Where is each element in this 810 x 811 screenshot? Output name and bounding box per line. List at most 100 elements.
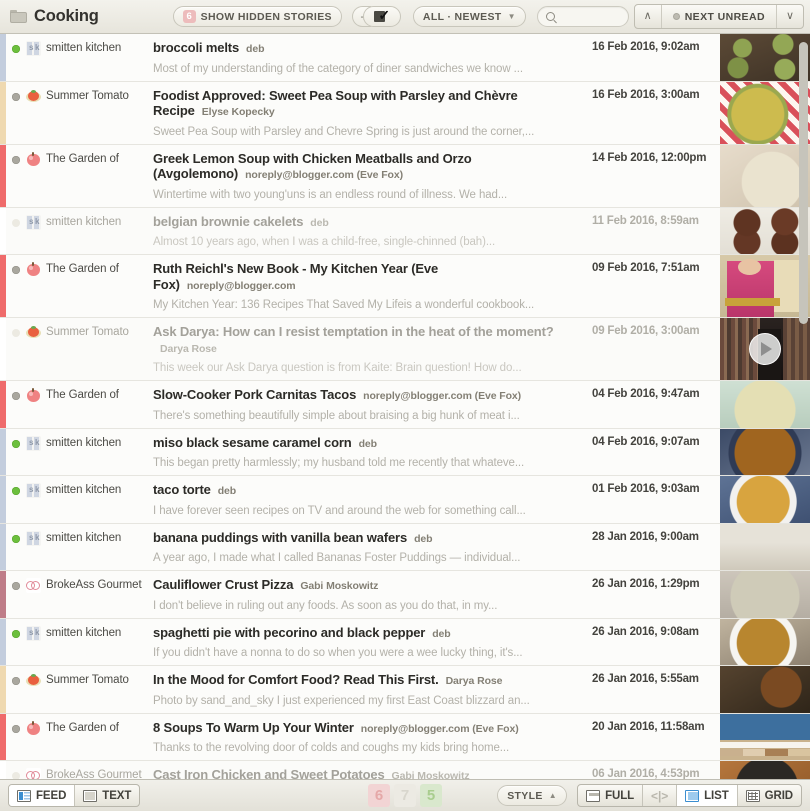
story-row[interactable]: s k smitten kitchen miso black sesame caram… [0, 428, 810, 476]
story-thumbnail[interactable] [720, 318, 810, 380]
read-state-toggle[interactable] [6, 429, 26, 476]
story-content[interactable]: broccoli melts deb Most of my understandin… [148, 34, 592, 81]
read-state-toggle[interactable] [6, 571, 26, 618]
feed-view-button[interactable]: FEED [9, 785, 76, 806]
feed-identity[interactable]: BrokeAss Gourmet [26, 761, 148, 779]
read-state-toggle[interactable] [6, 381, 26, 428]
story-content[interactable]: Cast Iron Chicken and Sweet Potatoes Gabi… [148, 761, 592, 779]
story-content[interactable]: belgian brownie cakelets deb Almost 10 yea… [148, 208, 592, 255]
feed-identity[interactable]: s k smitten kitchen [26, 429, 148, 476]
read-state-toggle[interactable] [6, 761, 26, 779]
unread-dot-icon [672, 13, 680, 20]
story-content[interactable]: Slow-Cooker Pork Carnitas Tacos noreply@b… [148, 381, 592, 428]
story-row[interactable]: The Garden of Ruth Reichl's New Book - My… [0, 255, 810, 318]
story-thumbnail[interactable] [720, 81, 810, 144]
play-icon[interactable] [749, 333, 781, 365]
story-row[interactable]: BrokeAss Gourmet Cauliflower Crust Pizza G… [0, 571, 810, 619]
story-row[interactable]: BrokeAss Gourmet Cast Iron Chicken and Sw… [0, 761, 810, 779]
story-row[interactable]: s k smitten kitchen belgian brownie cakelet… [0, 207, 810, 255]
story-content[interactable]: spaghetti pie with pecorino and black pe… [148, 619, 592, 666]
story-thumbnail[interactable] [720, 713, 810, 760]
feed-identity[interactable]: BrokeAss Gourmet [26, 571, 148, 618]
search-input[interactable] [536, 6, 629, 27]
text-view-button[interactable]: TEXT [75, 785, 139, 806]
story-row[interactable]: s k smitten kitchen banana puddings with va… [0, 523, 810, 571]
story-row[interactable]: s k smitten kitchen taco torte deb I have for… [0, 476, 810, 524]
read-state-toggle[interactable] [6, 619, 26, 666]
read-state-toggle[interactable] [6, 714, 26, 761]
story-thumbnail[interactable] [720, 571, 810, 618]
counter-neutral[interactable]: 7 [394, 784, 416, 807]
list-scrollbar[interactable] [799, 38, 808, 775]
counter-negative[interactable]: 6 [368, 784, 390, 807]
feed-identity[interactable]: s k smitten kitchen [26, 34, 148, 81]
previous-story-button[interactable]: ∧ [635, 5, 662, 28]
feed-identity[interactable]: Summer Tomato [26, 82, 148, 144]
split-layout-button[interactable]: <|> [643, 785, 678, 806]
story-thumbnail[interactable] [720, 381, 810, 428]
full-layout-button[interactable]: FULL [578, 785, 644, 806]
story-thumbnail[interactable] [720, 255, 810, 317]
story-content[interactable]: Ask Darya: How can I resist temptation i… [148, 318, 592, 380]
story-content[interactable]: miso black sesame caramel corn deb This be… [148, 429, 592, 476]
story-content[interactable]: In the Mood for Comfort Food? Read This … [148, 666, 592, 713]
feed-identity[interactable]: The Garden of [26, 381, 148, 428]
feed-identity[interactable]: Summer Tomato [26, 318, 148, 380]
feed-identity[interactable]: s k smitten kitchen [26, 208, 148, 255]
story-thumbnail[interactable] [720, 207, 810, 254]
filter-dropdown[interactable]: ALL · NEWEST ▼ [412, 6, 526, 27]
read-state-toggle[interactable] [6, 666, 26, 713]
style-dropdown[interactable]: STYLE ▲ [497, 785, 568, 806]
story-row[interactable]: Summer Tomato Foodist Approved: Sweet Pea… [0, 81, 810, 145]
read-state-toggle[interactable] [6, 208, 26, 255]
story-row[interactable]: s k smitten kitchen spaghetti pie with peco… [0, 618, 810, 666]
story-row[interactable]: The Garden of Slow-Cooker Pork Carnitas T… [0, 381, 810, 429]
next-unread-button[interactable]: NEXT UNREAD [662, 5, 777, 28]
story-thumbnail[interactable] [720, 34, 810, 81]
feed-identity[interactable]: The Garden of [26, 255, 148, 317]
story-content[interactable]: Ruth Reichl's New Book - My Kitchen Year… [148, 255, 592, 317]
next-story-button[interactable]: ∨ [777, 5, 803, 28]
story-row[interactable]: The Garden of Greek Lemon Soup with Chick… [0, 144, 810, 208]
story-thumbnail[interactable] [720, 476, 810, 523]
story-thumbnail[interactable] [720, 428, 810, 475]
story-content[interactable]: 8 Soups To Warm Up Your Winter noreply@bl… [148, 714, 592, 761]
feed-identity[interactable]: The Garden of [26, 145, 148, 207]
story-content[interactable]: Cauliflower Crust Pizza Gabi Moskowitz I d… [148, 571, 592, 618]
read-state-toggle[interactable] [6, 476, 26, 523]
story-thumbnail[interactable] [720, 144, 810, 207]
story-row[interactable]: The Garden of 8 Soups To Warm Up Your Win… [0, 713, 810, 761]
scrollbar-thumb[interactable] [799, 42, 808, 324]
read-state-toggle[interactable] [6, 82, 26, 144]
read-state-toggle[interactable] [6, 524, 26, 571]
story-row[interactable]: s k smitten kitchen broccoli melts deb Most o… [0, 34, 810, 82]
list-layout-button[interactable]: LIST [677, 785, 738, 806]
story-row[interactable]: Summer Tomato In the Mood for Comfort Foo… [0, 666, 810, 714]
smitten-kitchen-favicon: sk [26, 214, 41, 230]
show-hidden-stories-button[interactable]: 6 SHOW HIDDEN STORIES [172, 6, 342, 27]
read-state-toggle[interactable] [6, 145, 26, 207]
grid-layout-button[interactable]: GRID [738, 785, 801, 806]
story-row[interactable]: Summer Tomato Ask Darya: How can I resist… [0, 318, 810, 381]
read-state-toggle[interactable] [6, 34, 26, 81]
summer-tomato-favicon [26, 673, 41, 688]
feed-identity[interactable]: The Garden of [26, 714, 148, 761]
feed-identity[interactable]: s k smitten kitchen [26, 476, 148, 523]
story-thumbnail[interactable] [720, 523, 810, 570]
counter-positive[interactable]: 5 [420, 784, 442, 807]
story-content[interactable]: taco torte deb I have forever seen recipes… [148, 476, 592, 523]
story-content[interactable]: Greek Lemon Soup with Chicken Meatballs … [148, 145, 592, 207]
feed-identity[interactable]: Summer Tomato [26, 666, 148, 713]
story-thumbnail[interactable] [720, 666, 810, 713]
story-content[interactable]: banana puddings with vanilla bean wafers… [148, 524, 592, 571]
read-state-dot [12, 629, 20, 638]
story-list[interactable]: s k smitten kitchen broccoli melts deb Most o… [0, 34, 810, 779]
mark-read-checkbox-button[interactable]: ✓ [362, 6, 401, 27]
story-thumbnail[interactable] [720, 618, 810, 665]
read-state-toggle[interactable] [6, 255, 26, 317]
read-state-toggle[interactable] [6, 318, 26, 380]
feed-identity[interactable]: s k smitten kitchen [26, 619, 148, 666]
story-thumbnail[interactable] [720, 761, 810, 779]
story-content[interactable]: Foodist Approved: Sweet Pea Soup with Pa… [148, 82, 592, 144]
feed-identity[interactable]: s k smitten kitchen [26, 524, 148, 571]
